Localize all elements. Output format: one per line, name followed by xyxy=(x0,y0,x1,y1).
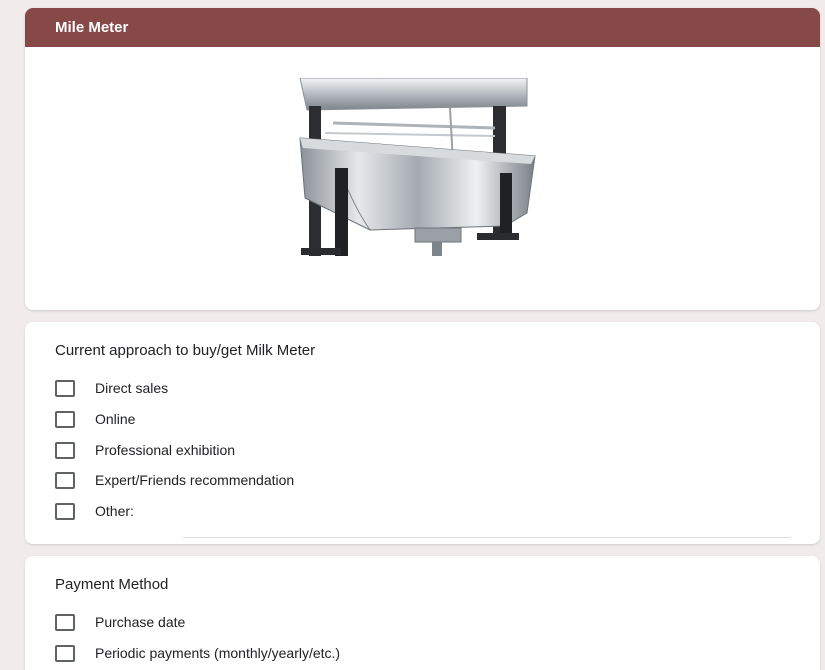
option-label: Expert/Friends recommendation xyxy=(95,472,295,488)
checkbox[interactable] xyxy=(55,379,75,397)
checkbox[interactable] xyxy=(55,441,75,459)
checkbox-option-periodic-payments[interactable]: Periodic payments (monthly/yearly/etc.) xyxy=(55,643,340,663)
question-title: Current approach to buy/get Milk Meter xyxy=(55,342,316,359)
section-header: Mile Meter xyxy=(25,8,820,47)
checkbox-option-direct-sales[interactable]: Direct sales xyxy=(55,378,168,398)
checkbox[interactable] xyxy=(55,502,75,520)
checkbox-option-online[interactable]: Online xyxy=(55,409,135,429)
section-card: Mile Meter xyxy=(25,8,820,310)
milk-meter-image xyxy=(299,78,536,256)
checkbox-option-other[interactable]: Other: xyxy=(55,501,134,521)
question-card-payment: Payment Method Purchase date Periodic pa… xyxy=(25,556,820,670)
question-title: Payment Method xyxy=(55,576,169,593)
option-label: Online xyxy=(95,411,136,427)
checkbox-option-expert-recommendation[interactable]: Expert/Friends recommendation xyxy=(55,470,294,490)
option-label: Periodic payments (monthly/yearly/etc.) xyxy=(95,645,341,661)
checkbox[interactable] xyxy=(55,410,75,428)
section-title: Mile Meter xyxy=(55,19,129,36)
checkbox[interactable] xyxy=(55,644,75,662)
option-label: Professional exhibition xyxy=(95,442,236,458)
checkbox-option-professional-exhibition[interactable]: Professional exhibition xyxy=(55,440,235,460)
question-card-approach: Current approach to buy/get Milk Meter D… xyxy=(25,322,820,544)
other-text-input[interactable] xyxy=(183,518,791,538)
checkbox[interactable] xyxy=(55,613,75,631)
checkbox[interactable] xyxy=(55,471,75,489)
option-label: Purchase date xyxy=(95,614,186,630)
option-label: Other: xyxy=(95,503,134,519)
option-label: Direct sales xyxy=(95,380,169,396)
checkbox-option-purchase-date[interactable]: Purchase date xyxy=(55,612,185,632)
